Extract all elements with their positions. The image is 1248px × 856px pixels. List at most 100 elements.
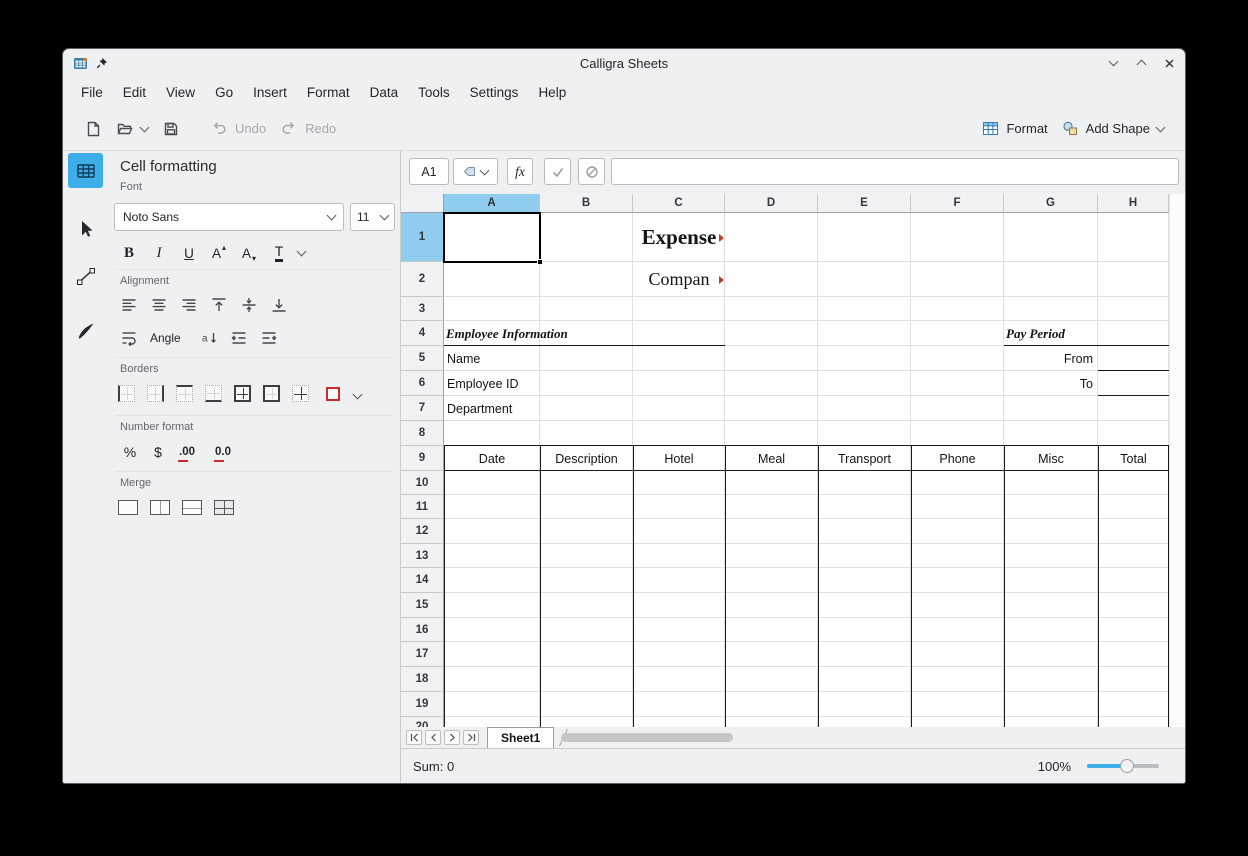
cell-G7[interactable] xyxy=(1004,396,1098,421)
cell-B8[interactable] xyxy=(540,421,633,446)
row-header-6[interactable]: 6 xyxy=(401,371,444,396)
cell-G17[interactable] xyxy=(1004,642,1098,667)
open-document-button[interactable] xyxy=(109,115,155,143)
cell-A8[interactable] xyxy=(444,421,540,446)
menu-data[interactable]: Data xyxy=(360,81,409,104)
cell-D1[interactable] xyxy=(725,213,818,262)
cell-H18[interactable] xyxy=(1098,667,1169,692)
cell-F10[interactable] xyxy=(911,471,1004,495)
align-right-button[interactable] xyxy=(176,294,202,316)
border-bottom-button[interactable] xyxy=(205,385,222,402)
menu-settings[interactable]: Settings xyxy=(460,81,529,104)
zoom-slider[interactable] xyxy=(1087,759,1159,773)
cell-A13[interactable] xyxy=(444,544,540,568)
cell-C18[interactable] xyxy=(633,667,725,692)
indent-more-button[interactable] xyxy=(256,327,282,349)
align-left-button[interactable] xyxy=(116,294,142,316)
cell-H1[interactable] xyxy=(1098,213,1169,262)
cell-E3[interactable] xyxy=(818,297,911,321)
cell-A12[interactable] xyxy=(444,519,540,544)
cell-D18[interactable] xyxy=(725,667,818,692)
cell-B5[interactable] xyxy=(540,346,633,371)
row-header-20[interactable]: 20 xyxy=(401,717,444,727)
formula-input[interactable] xyxy=(611,158,1179,185)
cell-C9[interactable] xyxy=(633,446,725,471)
font-size-select[interactable]: 11 xyxy=(350,203,395,231)
cell-C19[interactable] xyxy=(633,692,725,717)
cell-C11[interactable] xyxy=(633,495,725,519)
merge-cells-button[interactable] xyxy=(118,500,138,515)
precision-decrease-button[interactable]: 0.0 xyxy=(208,440,238,464)
cell-D7[interactable] xyxy=(725,396,818,421)
cell-D9[interactable] xyxy=(725,446,818,471)
border-all-button[interactable] xyxy=(234,385,251,402)
cell-A17[interactable] xyxy=(444,642,540,667)
function-button[interactable]: fx xyxy=(507,158,533,185)
border-options-dropdown[interactable] xyxy=(348,385,366,407)
cell-E16[interactable] xyxy=(818,618,911,642)
row-header-14[interactable]: 14 xyxy=(401,568,444,593)
cell-B18[interactable] xyxy=(540,667,633,692)
cell-H5[interactable] xyxy=(1098,346,1169,371)
cell-D16[interactable] xyxy=(725,618,818,642)
cell-E6[interactable] xyxy=(818,371,911,396)
cell-D2[interactable] xyxy=(725,262,818,297)
cell-E18[interactable] xyxy=(818,667,911,692)
cell-B12[interactable] xyxy=(540,519,633,544)
cell-C5[interactable] xyxy=(633,346,725,371)
cell-G15[interactable] xyxy=(1004,593,1098,618)
cell-G18[interactable] xyxy=(1004,667,1098,692)
minimize-icon[interactable] xyxy=(1107,57,1119,69)
cell-D19[interactable] xyxy=(725,692,818,717)
menu-tools[interactable]: Tools xyxy=(408,81,460,104)
cell-F19[interactable] xyxy=(911,692,1004,717)
row-header-12[interactable]: 12 xyxy=(401,519,444,544)
column-header-B[interactable]: B xyxy=(540,194,633,213)
cell-B16[interactable] xyxy=(540,618,633,642)
cell-F13[interactable] xyxy=(911,544,1004,568)
cell-G20[interactable] xyxy=(1004,717,1098,727)
cell-D12[interactable] xyxy=(725,519,818,544)
angle-button[interactable]: Angle xyxy=(144,327,187,349)
cell-F16[interactable] xyxy=(911,618,1004,642)
cell-G16[interactable] xyxy=(1004,618,1098,642)
cell-G3[interactable] xyxy=(1004,297,1098,321)
cell-F8[interactable] xyxy=(911,421,1004,446)
cell-C13[interactable] xyxy=(633,544,725,568)
cell-D4[interactable] xyxy=(725,321,818,346)
cell-F20[interactable] xyxy=(911,717,1004,727)
cell-H14[interactable] xyxy=(1098,568,1169,593)
vertical-text-button[interactable]: a xyxy=(196,327,222,349)
cell-B20[interactable] xyxy=(540,717,633,727)
cell-E5[interactable] xyxy=(818,346,911,371)
menu-go[interactable]: Go xyxy=(205,81,243,104)
align-middle-button[interactable] xyxy=(236,294,262,316)
cancel-button[interactable] xyxy=(578,158,605,185)
row-header-16[interactable]: 16 xyxy=(401,618,444,642)
save-button[interactable] xyxy=(155,115,187,143)
cell-G10[interactable] xyxy=(1004,471,1098,495)
cell-E13[interactable] xyxy=(818,544,911,568)
sheet-tab-sheet1[interactable]: Sheet1 xyxy=(487,727,554,748)
next-sheet-button[interactable] xyxy=(444,730,460,745)
cell-A16[interactable] xyxy=(444,618,540,642)
border-top-button[interactable] xyxy=(176,385,193,402)
cell-A18[interactable] xyxy=(444,667,540,692)
cell-H8[interactable] xyxy=(1098,421,1169,446)
cell-D3[interactable] xyxy=(725,297,818,321)
cell-C17[interactable] xyxy=(633,642,725,667)
cell-H15[interactable] xyxy=(1098,593,1169,618)
row-header-3[interactable]: 3 xyxy=(401,297,444,321)
menu-help[interactable]: Help xyxy=(528,81,576,104)
row-header-11[interactable]: 11 xyxy=(401,495,444,519)
grid[interactable]: ABCDEFGH1234567891011121314151617181920E… xyxy=(401,194,1169,727)
column-header-C[interactable]: C xyxy=(633,194,725,213)
cell-F3[interactable] xyxy=(911,297,1004,321)
horizontal-scrollbar-thumb[interactable] xyxy=(561,733,733,742)
font-color-button[interactable]: T xyxy=(266,241,292,265)
cell-D10[interactable] xyxy=(725,471,818,495)
cell-B2[interactable] xyxy=(540,262,633,297)
cell-A20[interactable] xyxy=(444,717,540,727)
cell-B13[interactable] xyxy=(540,544,633,568)
cell-F18[interactable] xyxy=(911,667,1004,692)
